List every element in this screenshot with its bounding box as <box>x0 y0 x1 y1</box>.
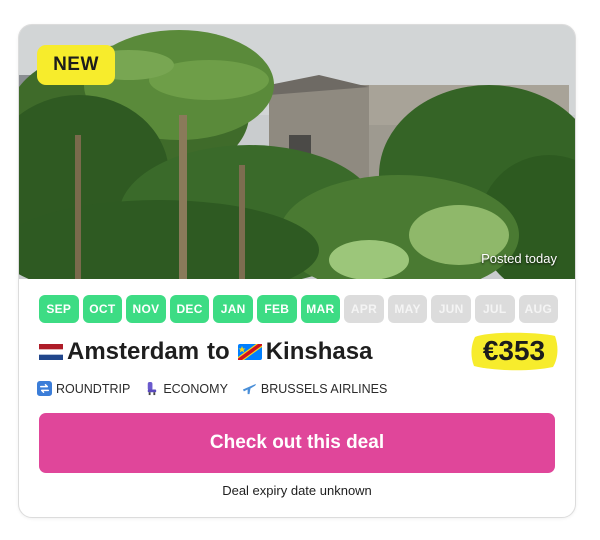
travel-months: SEP OCT NOV DEC JAN FEB MAR APR MAY JUN … <box>39 295 559 323</box>
airline-label: BRUSSELS AIRLINES <box>260 381 388 396</box>
destination-city: Kinshasa <box>265 338 373 365</box>
deal-expiry: Deal expiry date unknown <box>222 483 372 498</box>
airline: BRUSSELS AIRLINES <box>242 381 387 396</box>
price-value: €353 <box>482 335 546 366</box>
new-badge: NEW <box>37 45 115 85</box>
route-title: Amsterdam to Kinshasa <box>39 337 372 367</box>
cabin-class: ECONOMY <box>144 381 228 396</box>
trip-type: ROUNDTRIP <box>37 381 130 396</box>
month-jan: JAN <box>213 295 253 323</box>
deal-card[interactable]: NEW Posted today SEP OCT NOV DEC JAN FEB… <box>18 24 576 518</box>
cabin-label: ECONOMY <box>163 381 228 396</box>
month-jul: JUL <box>474 295 515 323</box>
trip-type-label: ROUNDTRIP <box>56 381 131 396</box>
month-feb: FEB <box>256 295 297 323</box>
month-aug: AUG <box>518 295 559 323</box>
destination-photo: NEW Posted today <box>19 25 575 279</box>
airplane-icon <box>242 383 256 395</box>
month-may: MAY <box>387 295 428 323</box>
price-tag: €353 <box>469 329 559 373</box>
check-deal-button[interactable]: Check out this deal <box>39 413 555 473</box>
month-dec: DEC <box>169 295 210 323</box>
roundtrip-icon <box>37 381 52 396</box>
month-mar: MAR <box>300 295 341 323</box>
trip-details: ROUNDTRIP ECONOMY BRUSSELS AIRLINES <box>37 381 387 396</box>
flag-netherlands-icon <box>39 344 63 360</box>
route-connector: to <box>207 338 230 365</box>
month-oct: OCT <box>82 295 123 323</box>
month-jun: JUN <box>431 295 471 323</box>
month-sep: SEP <box>39 295 79 323</box>
posted-date: Posted today <box>481 251 557 266</box>
month-apr: APR <box>344 295 384 323</box>
flag-dr-congo-icon <box>237 344 262 360</box>
seat-icon <box>148 381 157 396</box>
origin-city: Amsterdam <box>67 338 200 365</box>
month-nov: NOV <box>126 295 166 323</box>
